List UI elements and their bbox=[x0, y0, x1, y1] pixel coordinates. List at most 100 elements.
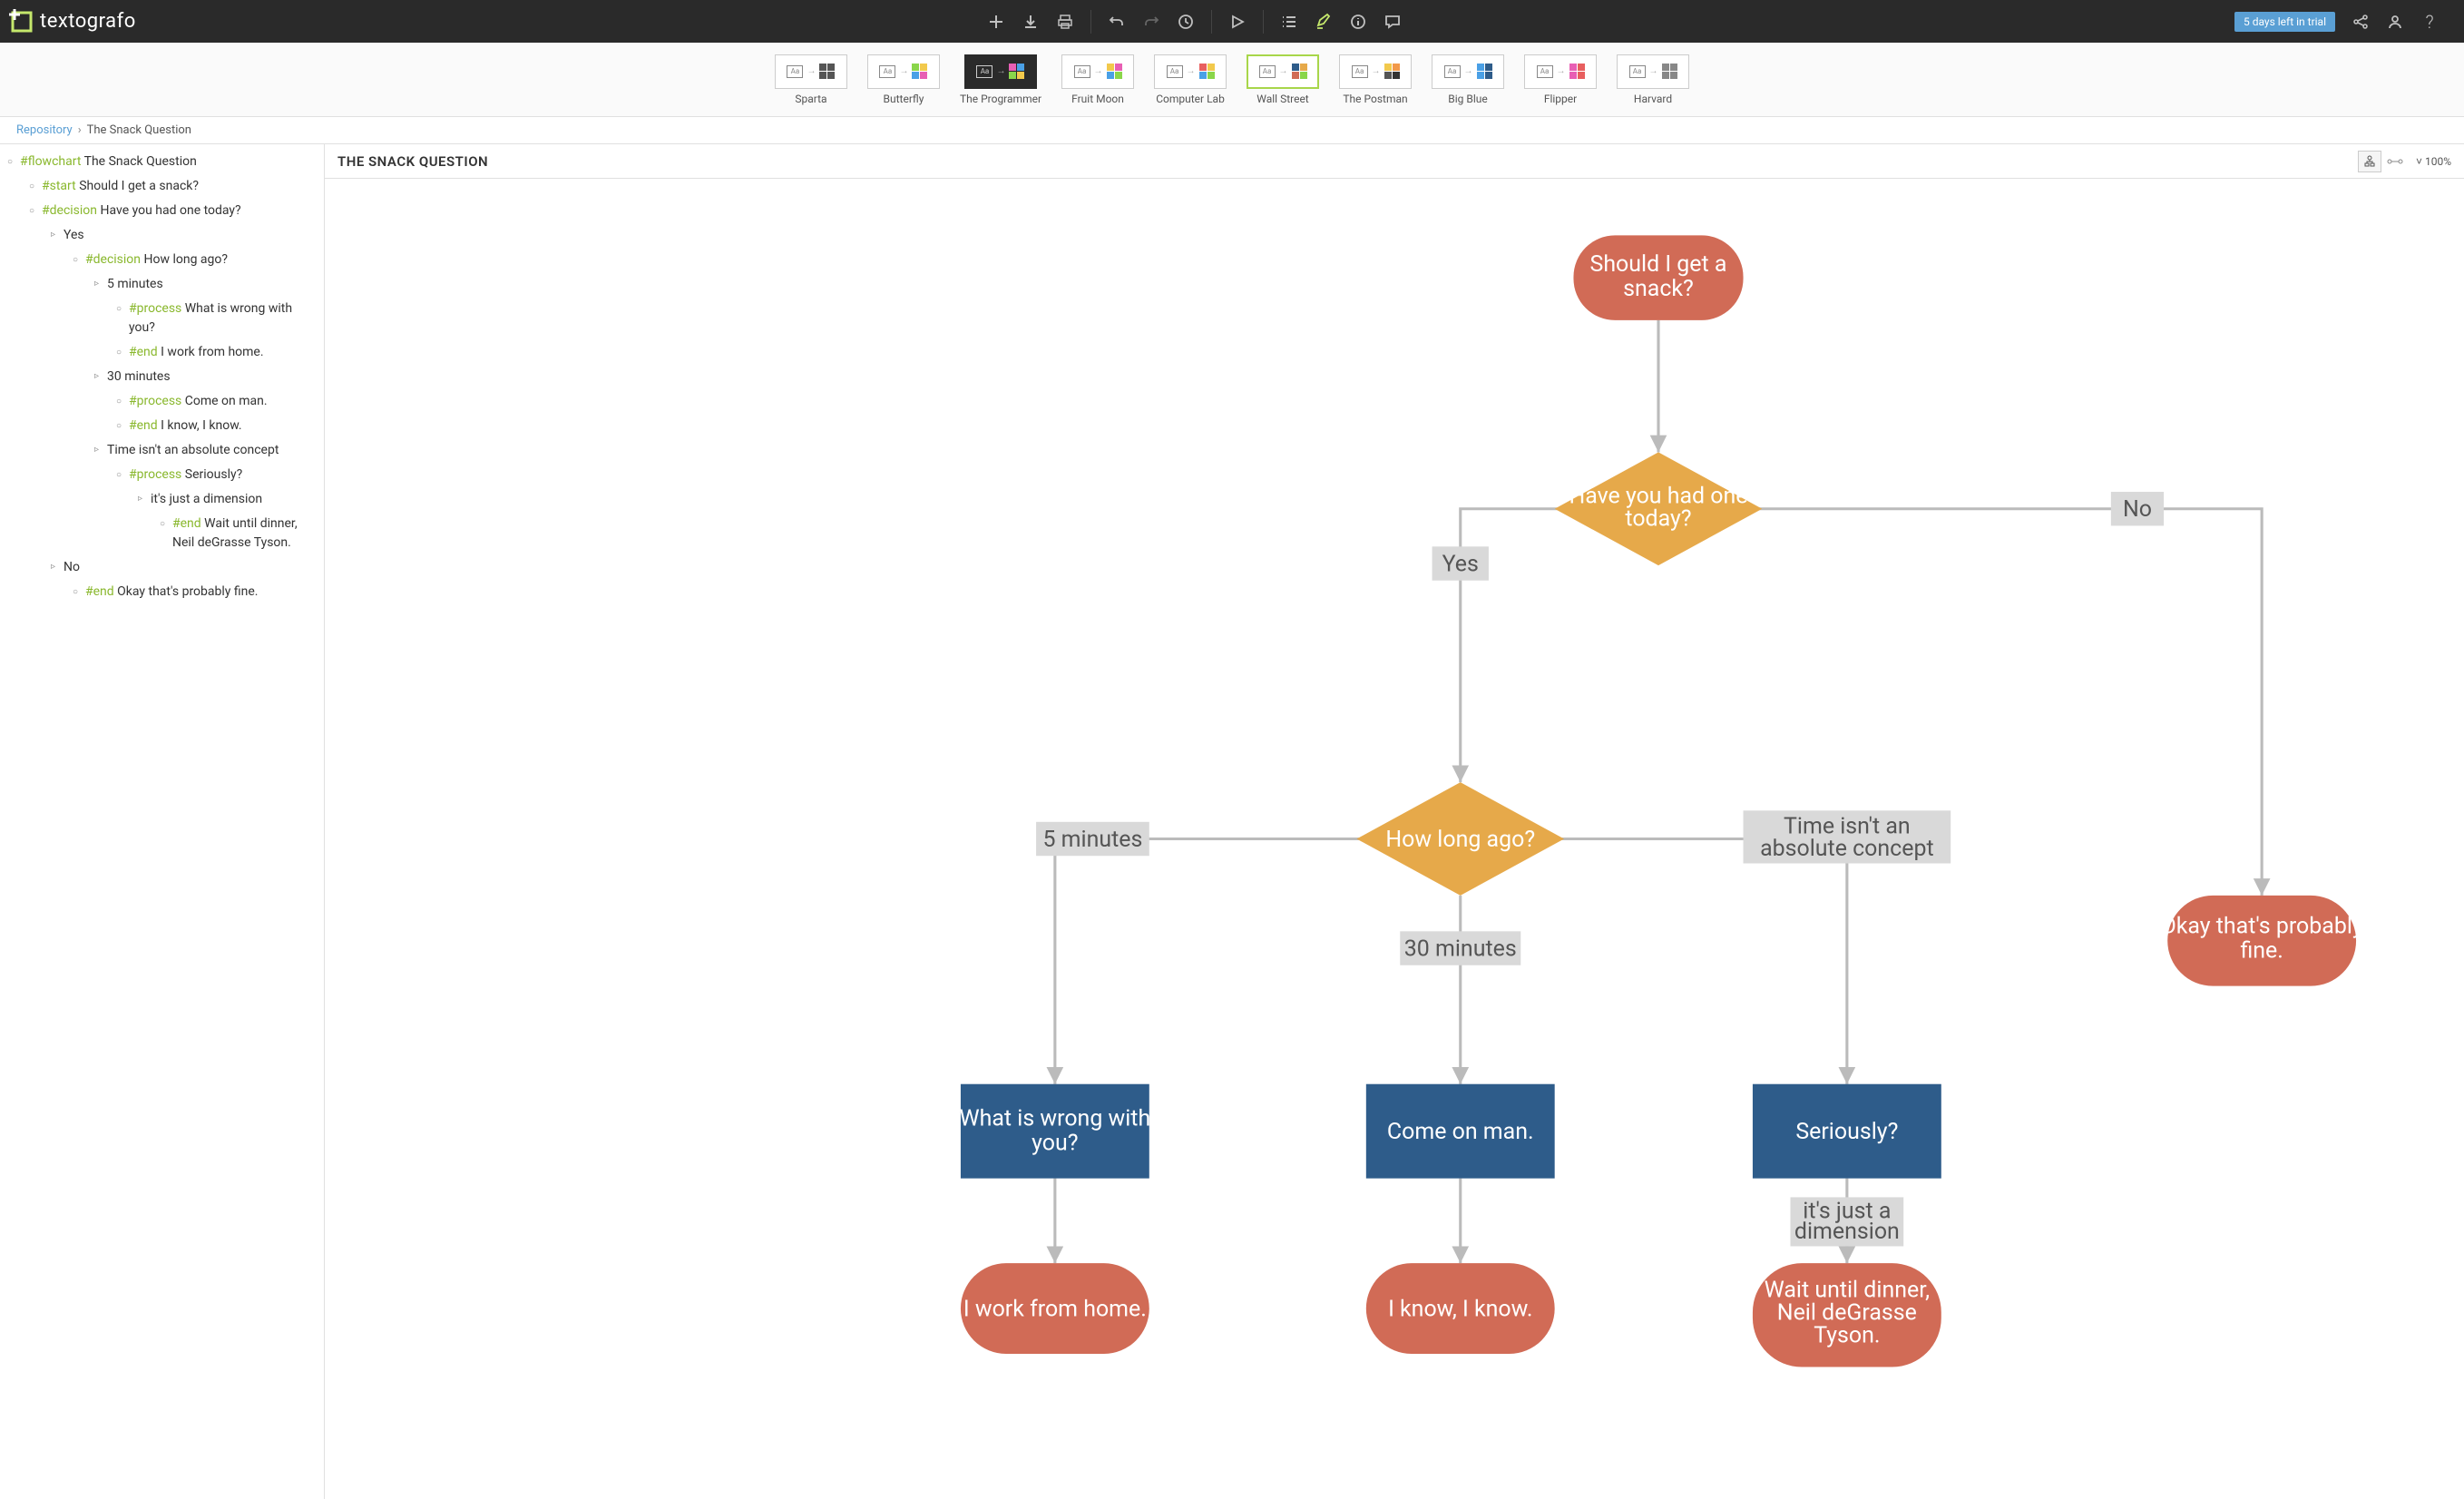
breadcrumb: Repository › The Snack Question bbox=[0, 117, 2464, 144]
node-end-1[interactable]: I work from home. bbox=[961, 1263, 1149, 1354]
svg-text:What is wrong with: What is wrong with bbox=[959, 1105, 1150, 1132]
print-icon[interactable] bbox=[1056, 13, 1074, 31]
outline-row[interactable]: ▹it's just a dimension bbox=[0, 487, 324, 512]
top-toolbar: textografo 5 days left in trial ? bbox=[0, 0, 2464, 43]
node-end-3[interactable]: Wait until dinner,Neil deGrasseTyson. bbox=[1753, 1263, 1941, 1367]
node-decision-2[interactable]: How long ago? bbox=[1356, 782, 1564, 896]
theme-sparta[interactable]: Aa→Sparta bbox=[775, 54, 847, 105]
comment-icon[interactable] bbox=[1384, 13, 1402, 31]
chevron-icon: ▹ bbox=[51, 228, 64, 241]
label-no: No bbox=[2111, 492, 2164, 525]
outline-row[interactable]: ○#process What is wrong with you? bbox=[0, 297, 324, 340]
theme-label: Big Blue bbox=[1448, 93, 1487, 105]
node-start[interactable]: Should I get a snack? bbox=[1573, 235, 1743, 320]
bullet-icon: ○ bbox=[116, 419, 129, 433]
outline-text: Come on man. bbox=[185, 394, 268, 408]
breadcrumb-current: The Snack Question bbox=[87, 123, 191, 137]
theme-label: Butterfly bbox=[884, 93, 924, 105]
theme-label: Wall Street bbox=[1256, 93, 1308, 105]
outline-tag: #start bbox=[42, 179, 79, 193]
outline-row[interactable]: ▹5 minutes bbox=[0, 272, 324, 297]
svg-text:absolute concept: absolute concept bbox=[1760, 836, 1934, 862]
theme-butterfly[interactable]: Aa→Butterfly bbox=[867, 54, 940, 105]
outline-row[interactable]: ○#process Come on man. bbox=[0, 389, 324, 414]
layout-horizontal-icon[interactable] bbox=[2383, 151, 2407, 172]
chevron-icon: ▹ bbox=[94, 443, 107, 456]
bullet-icon: ○ bbox=[116, 302, 129, 316]
node-process-1[interactable]: What is wrong withyou? bbox=[959, 1084, 1150, 1179]
outline-row[interactable]: ▹30 minutes bbox=[0, 365, 324, 389]
theme-harvard[interactable]: Aa→Harvard bbox=[1617, 54, 1689, 105]
outline-tag: #process bbox=[129, 301, 185, 316]
zoom-dropdown[interactable]: ˅ 100% bbox=[2416, 155, 2451, 168]
list-icon[interactable] bbox=[1280, 13, 1298, 31]
node-end-4[interactable]: Okay that's probablyfine. bbox=[2161, 896, 2363, 986]
outline-row[interactable]: ○#end I work from home. bbox=[0, 340, 324, 365]
theme-the-programmer[interactable]: Aa→ The Programmer bbox=[960, 54, 1041, 105]
svg-text:Should I get a: Should I get a bbox=[1590, 251, 1727, 278]
outline-row[interactable]: ▹Yes bbox=[0, 223, 324, 248]
bullet-icon: ○ bbox=[73, 253, 85, 267]
play-icon[interactable] bbox=[1228, 13, 1247, 31]
theme-thumb: Aa→ bbox=[964, 54, 1037, 89]
redo-icon[interactable] bbox=[1142, 13, 1160, 31]
outline-text: Okay that's probably fine. bbox=[117, 584, 258, 599]
theme-fruit-moon[interactable]: Aa→Fruit Moon bbox=[1061, 54, 1134, 105]
svg-text:you?: you? bbox=[1032, 1130, 1078, 1156]
outline-row[interactable]: ○#flowchart The Snack Question bbox=[0, 150, 324, 174]
breadcrumb-sep: › bbox=[78, 123, 82, 137]
svg-text:fine.: fine. bbox=[2240, 937, 2283, 964]
theme-the-postman[interactable]: Aa→The Postman bbox=[1339, 54, 1412, 105]
outline-row[interactable]: ○#decision How long ago? bbox=[0, 248, 324, 272]
outline-text: I know, I know. bbox=[161, 418, 241, 433]
node-process-3[interactable]: Seriously? bbox=[1753, 1084, 1941, 1179]
theme-computer-lab[interactable]: Aa→Computer Lab bbox=[1154, 54, 1227, 105]
svg-text:snack?: snack? bbox=[1623, 276, 1694, 302]
download-icon[interactable] bbox=[1022, 13, 1040, 31]
theme-flipper[interactable]: Aa→Flipper bbox=[1524, 54, 1597, 105]
help-icon[interactable]: ? bbox=[2420, 13, 2439, 31]
label-time: Time isn't anabsolute concept bbox=[1744, 810, 1951, 863]
outline-row[interactable]: ○#process Seriously? bbox=[0, 463, 324, 487]
theme-thumb: Aa→ bbox=[1154, 54, 1227, 89]
node-end-2[interactable]: I know, I know. bbox=[1366, 1263, 1555, 1354]
app-logo[interactable]: textografo bbox=[9, 9, 136, 34]
bullet-icon: ○ bbox=[116, 346, 129, 359]
outline-row[interactable]: ○#decision Have you had one today? bbox=[0, 199, 324, 223]
bullet-icon: ○ bbox=[29, 204, 42, 218]
user-icon[interactable] bbox=[2386, 13, 2404, 31]
outline-tag: #process bbox=[129, 467, 185, 482]
outline-row[interactable]: ○#end Okay that's probably fine. bbox=[0, 580, 324, 604]
node-decision-1[interactable]: Have you had one today? bbox=[1555, 452, 1763, 565]
outline-tag: #end bbox=[129, 418, 161, 433]
history-icon[interactable] bbox=[1177, 13, 1195, 31]
outline-row[interactable]: ▹Time isn't an absolute concept bbox=[0, 438, 324, 463]
share-icon[interactable] bbox=[2352, 13, 2370, 31]
svg-text:I work from home.: I work from home. bbox=[963, 1296, 1147, 1322]
new-icon[interactable] bbox=[987, 13, 1005, 31]
highlight-icon[interactable] bbox=[1315, 13, 1333, 31]
canvas-area[interactable]: THE SNACK QUESTION ˅ 100% Should I g bbox=[325, 144, 2464, 1499]
svg-text:Seriously?: Seriously? bbox=[1795, 1119, 1898, 1145]
theme-label: The Programmer bbox=[960, 93, 1041, 105]
undo-icon[interactable] bbox=[1108, 13, 1126, 31]
layout-vertical-icon[interactable] bbox=[2358, 151, 2381, 172]
svg-text:5 minutes: 5 minutes bbox=[1042, 827, 1142, 853]
outline-text: Seriously? bbox=[185, 467, 242, 482]
outline-row[interactable]: ○#start Should I get a snack? bbox=[0, 174, 324, 199]
node-process-2[interactable]: Come on man. bbox=[1366, 1084, 1555, 1179]
svg-text:dimension: dimension bbox=[1794, 1219, 1900, 1245]
flowchart-canvas[interactable]: Should I get a snack? Have you had one t… bbox=[325, 179, 2464, 1499]
outline-panel[interactable]: ○#flowchart The Snack Question○#start Sh… bbox=[0, 144, 325, 1499]
outline-text: Have you had one today? bbox=[101, 203, 241, 218]
bullet-icon: ○ bbox=[116, 468, 129, 482]
outline-row[interactable]: ○#end I know, I know. bbox=[0, 414, 324, 438]
info-icon[interactable] bbox=[1349, 13, 1367, 31]
outline-row[interactable]: ▹No bbox=[0, 555, 324, 580]
outline-text: No bbox=[64, 560, 80, 574]
outline-row[interactable]: ○#end Wait until dinner, Neil deGrasse T… bbox=[0, 512, 324, 555]
breadcrumb-root[interactable]: Repository bbox=[16, 123, 73, 137]
theme-big-blue[interactable]: Aa→Big Blue bbox=[1432, 54, 1504, 105]
trial-badge[interactable]: 5 days left in trial bbox=[2234, 12, 2335, 32]
theme-wall-street[interactable]: Aa→Wall Street bbox=[1247, 54, 1319, 105]
